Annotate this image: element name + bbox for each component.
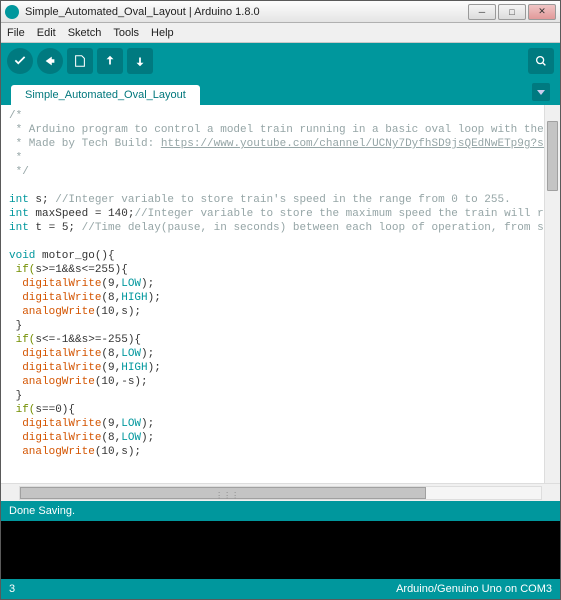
scrollbar-thumb[interactable] bbox=[547, 121, 558, 191]
scrollbar-track[interactable]: ⋮⋮⋮ bbox=[19, 486, 542, 500]
tab-menu-button[interactable] bbox=[532, 83, 550, 101]
tab-sketch[interactable]: Simple_Automated_Oval_Layout bbox=[11, 85, 200, 105]
code-func: digitalWrite bbox=[22, 432, 101, 444]
code-func: digitalWrite bbox=[22, 418, 101, 430]
code-comment: * Arduino program to control a model tra… bbox=[9, 124, 560, 136]
code-keyword: int bbox=[9, 208, 29, 220]
toolbar bbox=[1, 43, 560, 79]
code-text: (9, bbox=[101, 278, 121, 290]
code-func: analogWrite bbox=[22, 446, 95, 458]
code-keyword: int bbox=[9, 222, 29, 234]
code-func: digitalWrite bbox=[22, 348, 101, 360]
window-title: Simple_Automated_Oval_Layout | Arduino 1… bbox=[25, 6, 468, 18]
code-keyword: if( bbox=[9, 334, 35, 346]
menu-tools[interactable]: Tools bbox=[113, 27, 139, 39]
code-text: (9, bbox=[101, 418, 121, 430]
board-info: Arduino/Genuino Uno on COM3 bbox=[396, 583, 552, 595]
code-comment: /* bbox=[9, 110, 22, 122]
code-keyword: if( bbox=[9, 404, 35, 416]
code-text: ); bbox=[148, 292, 161, 304]
console[interactable] bbox=[1, 521, 560, 579]
code-text: motor_go(){ bbox=[35, 250, 114, 262]
code-text: (9, bbox=[101, 362, 121, 374]
code-keyword: void bbox=[9, 250, 35, 262]
arduino-window: Simple_Automated_Oval_Layout | Arduino 1… bbox=[0, 0, 561, 600]
code-func: digitalWrite bbox=[22, 362, 101, 374]
code-text: s>=1&&s<=255){ bbox=[35, 264, 127, 276]
code-text: ); bbox=[148, 362, 161, 374]
code-comment: //Time delay(pause, in seconds) between … bbox=[82, 222, 560, 234]
code-const: LOW bbox=[121, 432, 141, 444]
code-text: s==0){ bbox=[35, 404, 75, 416]
code-func: analogWrite bbox=[22, 306, 95, 318]
code-text: s<=-1&&s>=-255){ bbox=[35, 334, 141, 346]
code-const: LOW bbox=[121, 348, 141, 360]
code-text: ); bbox=[141, 348, 154, 360]
code-keyword: int bbox=[9, 194, 29, 206]
code-text: (10,-s); bbox=[95, 376, 148, 388]
menu-sketch[interactable]: Sketch bbox=[68, 27, 102, 39]
scrollbar-thumb[interactable]: ⋮⋮⋮ bbox=[20, 487, 426, 499]
footer: 3 Arduino/Genuino Uno on COM3 bbox=[1, 579, 560, 599]
menu-help[interactable]: Help bbox=[151, 27, 174, 39]
code-comment: //Integer variable to store train's spee… bbox=[55, 194, 510, 206]
horizontal-scrollbar[interactable]: ⋮⋮⋮ bbox=[1, 483, 560, 501]
code-text: s; bbox=[29, 194, 55, 206]
code-func: analogWrite bbox=[22, 376, 95, 388]
minimize-button[interactable]: ─ bbox=[468, 4, 496, 20]
upload-button[interactable] bbox=[37, 48, 63, 74]
menu-file[interactable]: File bbox=[7, 27, 25, 39]
code-text: ); bbox=[141, 432, 154, 444]
code-comment: * bbox=[9, 152, 29, 164]
serial-monitor-button[interactable] bbox=[528, 48, 554, 74]
verify-button[interactable] bbox=[7, 48, 33, 74]
tabbar: Simple_Automated_Oval_Layout bbox=[1, 79, 560, 105]
code-url: https://www.youtube.com/channel/UCNy7Dyf… bbox=[161, 138, 560, 150]
open-button[interactable] bbox=[97, 48, 123, 74]
menubar: File Edit Sketch Tools Help bbox=[1, 23, 560, 43]
code-comment: //Integer variable to store the maximum … bbox=[134, 208, 560, 220]
code-text: (10,s); bbox=[95, 446, 141, 458]
code-text: ); bbox=[141, 418, 154, 430]
code-const: HIGH bbox=[121, 362, 147, 374]
arduino-app-icon bbox=[5, 5, 19, 19]
code-text: (8, bbox=[101, 292, 121, 304]
code-const: LOW bbox=[121, 278, 141, 290]
code-const: LOW bbox=[121, 418, 141, 430]
code-editor: /* * Arduino program to control a model … bbox=[1, 105, 560, 501]
save-button[interactable] bbox=[127, 48, 153, 74]
statusbar: Done Saving. bbox=[1, 501, 560, 521]
code-text: t = 5; bbox=[29, 222, 82, 234]
close-button[interactable]: ✕ bbox=[528, 4, 556, 20]
code-text: ); bbox=[141, 278, 154, 290]
code-comment: * Made by Tech Build: bbox=[9, 138, 161, 150]
code-text: (10,s); bbox=[95, 306, 141, 318]
code-func: digitalWrite bbox=[22, 292, 101, 304]
code-text: (8, bbox=[101, 432, 121, 444]
status-message: Done Saving. bbox=[9, 505, 75, 517]
maximize-button[interactable]: □ bbox=[498, 4, 526, 20]
window-controls: ─ □ ✕ bbox=[468, 4, 556, 20]
vertical-scrollbar[interactable] bbox=[544, 105, 560, 483]
code-comment: */ bbox=[9, 166, 29, 178]
new-button[interactable] bbox=[67, 48, 93, 74]
code-func: digitalWrite bbox=[22, 278, 101, 290]
code-const: HIGH bbox=[121, 292, 147, 304]
line-number: 3 bbox=[9, 583, 15, 595]
code-keyword: if( bbox=[9, 264, 35, 276]
menu-edit[interactable]: Edit bbox=[37, 27, 56, 39]
code-text: (8, bbox=[101, 348, 121, 360]
code-text: } bbox=[9, 320, 22, 332]
code-area[interactable]: /* * Arduino program to control a model … bbox=[1, 105, 560, 483]
code-text: maxSpeed = 140; bbox=[29, 208, 135, 220]
code-text: } bbox=[9, 390, 22, 402]
titlebar[interactable]: Simple_Automated_Oval_Layout | Arduino 1… bbox=[1, 1, 560, 23]
